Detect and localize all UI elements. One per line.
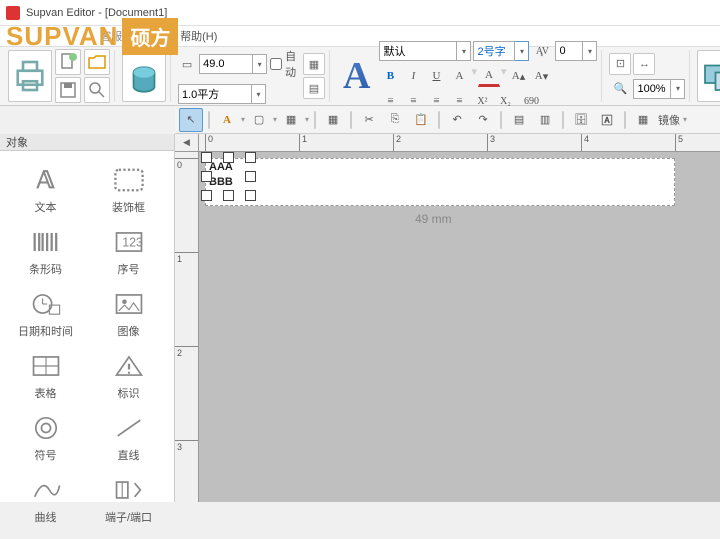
zoom-icon: 🔍: [609, 78, 631, 100]
group-data: [118, 50, 171, 102]
char-spacing-icon: A͓V: [531, 40, 553, 62]
auto-checkbox[interactable]: 自动: [270, 48, 300, 80]
group-zoom: ⊡ ↔ 🔍 ▾: [605, 50, 690, 102]
selection-handles[interactable]: [201, 152, 257, 202]
italic-button[interactable]: I: [402, 65, 424, 87]
char-spacing-input[interactable]: [555, 41, 583, 61]
canvas[interactable]: ◀ 0 1 2 3 4 5 0 1 2 3 49 mm AAA BBB: [175, 134, 720, 502]
redo-button[interactable]: ↷: [471, 108, 495, 132]
width-dropdown[interactable]: ▾: [253, 54, 267, 74]
ruler-horizontal: 0 1 2 3 4 5: [199, 134, 720, 152]
app-title: Supvan Editor - [Document1]: [26, 7, 167, 19]
underline-button[interactable]: U: [425, 65, 447, 87]
ruler-corner[interactable]: ◀: [175, 134, 199, 152]
database-tool[interactable]: 🗄: [569, 108, 593, 132]
person-tool[interactable]: 🄰: [595, 108, 619, 132]
obj-image[interactable]: 图像: [87, 283, 170, 345]
group-size: ▭ ▾ 自动 ▾ ▦ ▤: [174, 50, 330, 102]
strike-button[interactable]: A: [448, 65, 470, 87]
obj-symbol[interactable]: 符号: [4, 407, 87, 469]
orient-icon[interactable]: ▭: [178, 53, 196, 75]
font-size-arrow[interactable]: ▾: [515, 41, 529, 61]
obj-frame[interactable]: 装饰框: [87, 159, 170, 221]
sidebar: 对象 𝔸文本 装饰框 条形码 123序号 日期和时间 图像 表格 标识 符号 直…: [0, 134, 175, 502]
page-width-label: 49 mm: [415, 212, 452, 226]
mirror-tool[interactable]: 镜像: [657, 108, 681, 132]
obj-barcode[interactable]: 条形码: [4, 221, 87, 283]
layout2-button[interactable]: ▤: [303, 77, 325, 99]
grid-tool[interactable]: ▦: [631, 108, 655, 132]
brand-logo: SUPVAN 硕方: [6, 18, 178, 55]
font-family-arrow[interactable]: ▾: [457, 41, 471, 61]
font-size-select[interactable]: [473, 41, 515, 61]
arrange-button[interactable]: [697, 50, 720, 102]
obj-terminal[interactable]: 端子/端口: [87, 469, 170, 531]
label-page[interactable]: [205, 158, 675, 206]
print-button[interactable]: [8, 50, 52, 102]
logo-badge: 硕方: [122, 18, 178, 55]
char-spacing-arrow[interactable]: ▾: [583, 41, 597, 61]
ribbon: ▭ ▾ 自动 ▾ ▦ ▤ A ▾ ▾ A͓V ▾: [0, 46, 720, 106]
menu-help[interactable]: 帮助(H): [180, 28, 217, 44]
obj-curve[interactable]: 曲线: [4, 469, 87, 531]
grow-font-button[interactable]: A▴: [508, 65, 530, 87]
main-area: 对象 𝔸文本 装饰框 条形码 123序号 日期和时间 图像 表格 标识 符号 直…: [0, 134, 720, 502]
shrink-font-button[interactable]: A▾: [531, 65, 553, 87]
zoom-width-button[interactable]: ↔: [633, 53, 655, 75]
scale-dropdown[interactable]: ▾: [252, 84, 266, 104]
zoom-arrow[interactable]: ▾: [671, 79, 685, 99]
group-arrange: ▣ ▢ ⊞ ⊟: [693, 50, 720, 102]
zoom-fit-button[interactable]: ⊡: [609, 53, 631, 75]
obj-table[interactable]: 表格: [4, 345, 87, 407]
ruler-vertical: 0 1 2 3: [175, 152, 199, 502]
paste-button[interactable]: 📋: [409, 108, 433, 132]
width-input[interactable]: [199, 54, 253, 74]
group-file: [4, 50, 115, 102]
frame-tool[interactable]: ▢: [247, 108, 271, 132]
logo-text: SUPVAN: [6, 21, 118, 52]
pointer-tool[interactable]: ↖: [179, 108, 203, 132]
shape-tool[interactable]: ▦: [279, 108, 303, 132]
obj-sign[interactable]: 标识: [87, 345, 170, 407]
svg-text:123: 123: [122, 236, 143, 250]
scale-input[interactable]: [178, 84, 252, 104]
find-button[interactable]: [84, 77, 110, 103]
align-tool[interactable]: ▤: [507, 108, 531, 132]
object-palette: 𝔸文本 装饰框 条形码 123序号 日期和时间 图像 表格 标识 符号 直线 曲…: [0, 151, 174, 539]
zoom-input[interactable]: [633, 79, 671, 99]
obj-datetime[interactable]: 日期和时间: [4, 283, 87, 345]
group-font: A ▾ ▾ A͓V ▾ B I U A ▾ A ▾ A▴ A▾ ≡ ≡: [333, 50, 602, 102]
data-button[interactable]: [122, 50, 166, 102]
sidebar-title: 对象: [0, 134, 174, 151]
distribute-tool[interactable]: ▥: [533, 108, 557, 132]
cut-button[interactable]: ✂: [357, 108, 381, 132]
toolbar: ↖ A▾ ▢▾ ▦▾ ▦ ✂ ⎘ 📋 ↶ ↷ ▤ ▥ 🗄 🄰 ▦ 镜像▾: [175, 106, 720, 134]
obj-line[interactable]: 直线: [87, 407, 170, 469]
font-family-select[interactable]: [379, 41, 457, 61]
layout1-button[interactable]: ▦: [303, 53, 325, 75]
table-tool[interactable]: ▦: [321, 108, 345, 132]
save-button[interactable]: [55, 77, 81, 103]
copy-button[interactable]: ⎘: [383, 108, 407, 132]
obj-sequence[interactable]: 123序号: [87, 221, 170, 283]
obj-text[interactable]: 𝔸文本: [4, 159, 87, 221]
text-tool[interactable]: A: [215, 108, 239, 132]
font-preview-icon: A: [337, 54, 376, 98]
bold-button[interactable]: B: [379, 65, 401, 87]
undo-button[interactable]: ↶: [445, 108, 469, 132]
font-color-button[interactable]: A: [478, 65, 500, 87]
